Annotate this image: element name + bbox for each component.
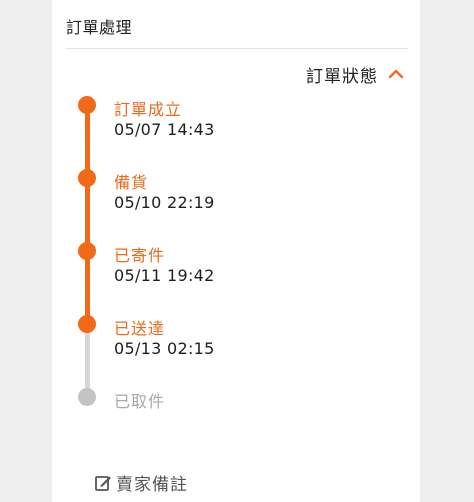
seller-note-link[interactable]: 賣家備註 — [94, 470, 188, 495]
timeline-step-label: 訂單成立 — [114, 100, 183, 119]
order-processing-card: 訂單處理 訂單狀態 訂單成立 05/07 14:43 備貨 05/10 22:1… — [52, 0, 420, 502]
timeline-step-label: 已寄件 — [114, 246, 166, 265]
section-title: 訂單處理 — [66, 18, 133, 37]
timeline-step-time: 05/10 22:19 — [114, 193, 215, 212]
timeline-step-label: 已取件 — [114, 392, 166, 411]
edit-icon — [95, 475, 111, 491]
timeline-pending-line — [85, 324, 90, 396]
timeline-step-label: 已送達 — [114, 319, 166, 338]
timeline-dot-delivered — [78, 315, 96, 333]
seller-note-label: 賣家備註 — [116, 475, 188, 495]
timeline-step-label: 備貨 — [114, 173, 149, 192]
timeline-dot-order-created — [78, 96, 96, 114]
order-status-label: 訂單狀態 — [306, 66, 378, 87]
timeline-dot-picked-up — [78, 388, 96, 406]
section-divider — [66, 48, 408, 49]
timeline-progress-line — [85, 104, 90, 324]
timeline-dot-shipped — [78, 242, 96, 260]
timeline-step-time: 05/11 19:42 — [114, 266, 215, 285]
timeline-step-time: 05/13 02:15 — [114, 339, 215, 358]
order-status-toggle[interactable]: 訂單狀態 — [306, 62, 404, 87]
chevron-up-icon — [388, 69, 404, 79]
timeline-step-time: 05/07 14:43 — [114, 120, 215, 139]
timeline-dot-preparing — [78, 169, 96, 187]
